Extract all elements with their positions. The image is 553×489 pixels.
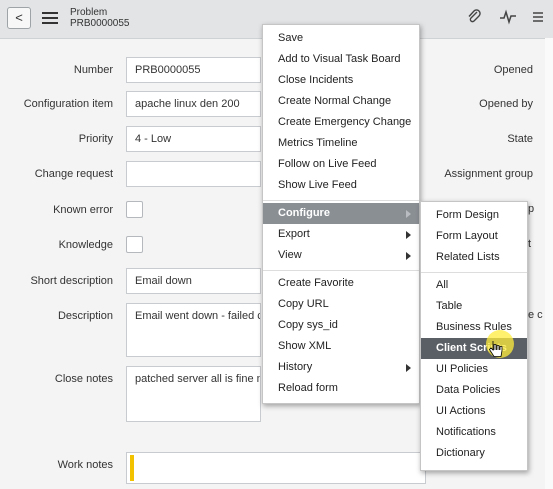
menu-item-view[interactable]: View xyxy=(263,245,419,266)
field-label: Configuration item xyxy=(23,98,113,110)
knowledge-checkbox[interactable] xyxy=(126,236,143,253)
submenu-item-form-design[interactable]: Form Design xyxy=(421,205,527,226)
submenu-arrow-icon xyxy=(406,364,411,372)
submenu-arrow-icon xyxy=(406,210,411,218)
field-label: Short description xyxy=(30,275,113,287)
work-notes-marker xyxy=(130,455,134,481)
menu-separator xyxy=(421,272,527,273)
submenu-item-form-layout[interactable]: Form Layout xyxy=(421,226,527,247)
back-button[interactable]: < xyxy=(7,7,31,29)
clipped-right-label: t xyxy=(528,238,532,250)
field-label: Work notes xyxy=(57,459,113,471)
menu-item-export[interactable]: Export xyxy=(263,224,419,245)
change-request-field[interactable] xyxy=(126,161,261,187)
submenu-item-all[interactable]: All xyxy=(421,275,527,296)
menu-item-label: History xyxy=(278,361,313,373)
clipped-right-label: e c xyxy=(528,309,543,321)
description-textarea[interactable]: Email went down - failed c xyxy=(126,303,261,357)
submenu-item-table[interactable]: Table xyxy=(421,296,527,317)
menu-item-history[interactable]: History xyxy=(263,357,419,378)
menu-item-copy-sys-id[interactable]: Copy sys_id xyxy=(263,315,419,336)
submenu-arrow-icon xyxy=(406,252,411,260)
state-label: State xyxy=(507,133,533,145)
menu-item-close-incidents[interactable]: Close Incidents xyxy=(263,70,419,91)
page-scrollbar[interactable] xyxy=(545,38,553,489)
field-label: Known error xyxy=(53,204,113,216)
field-label: Number xyxy=(73,64,113,76)
submenu-item-dictionary[interactable]: Dictionary xyxy=(421,443,527,464)
menu-item-show-xml[interactable]: Show XML xyxy=(263,336,419,357)
field-label: Close notes xyxy=(54,373,113,385)
more-options-icon[interactable] xyxy=(531,9,543,30)
menu-separator xyxy=(263,200,419,201)
menu-separator xyxy=(263,270,419,271)
assignment-group-label: Assignment group xyxy=(444,168,533,180)
hamburger-menu-icon[interactable] xyxy=(42,12,58,25)
menu-item-save[interactable]: Save xyxy=(263,28,419,49)
activity-stream-icon[interactable] xyxy=(499,9,517,30)
submenu-item-ui-actions[interactable]: UI Actions xyxy=(421,401,527,422)
hand-cursor-icon xyxy=(488,340,503,363)
field-label: Change request xyxy=(34,168,113,180)
record-number-label: PRB0000055 xyxy=(70,18,130,29)
menu-item-label: View xyxy=(278,249,302,261)
menu-item-configure[interactable]: Configure xyxy=(263,203,419,224)
field-label: Priority xyxy=(78,133,113,145)
menu-item-reload-form[interactable]: Reload form xyxy=(263,378,419,399)
work-notes-textarea[interactable] xyxy=(126,452,426,484)
clipped-right-label: p xyxy=(528,203,535,215)
menu-item-create-favorite[interactable]: Create Favorite xyxy=(263,273,419,294)
known-error-checkbox[interactable] xyxy=(126,201,143,218)
submenu-item-notifications[interactable]: Notifications xyxy=(421,422,527,443)
submenu-item-data-policies[interactable]: Data Policies xyxy=(421,380,527,401)
opened-label: Opened xyxy=(493,64,533,76)
submenu-arrow-icon xyxy=(406,231,411,239)
short-description-field[interactable]: Email down xyxy=(126,268,261,294)
menu-item-label: Export xyxy=(278,228,310,240)
menu-item-copy-url[interactable]: Copy URL xyxy=(263,294,419,315)
opened-by-label: Opened by xyxy=(479,98,533,110)
menu-item-label: Configure xyxy=(278,207,330,219)
menu-item-follow-on-live-feed[interactable]: Follow on Live Feed xyxy=(263,154,419,175)
menu-item-metrics-timeline[interactable]: Metrics Timeline xyxy=(263,133,419,154)
menu-item-create-emergency-change[interactable]: Create Emergency Change xyxy=(263,112,419,133)
record-type-label: Problem xyxy=(70,7,108,18)
form-context-menu: Save Add to Visual Task Board Close Inci… xyxy=(262,24,420,404)
field-label: Description xyxy=(57,310,113,322)
attachment-icon[interactable] xyxy=(466,9,482,30)
submenu-item-related-lists[interactable]: Related Lists xyxy=(421,247,527,268)
back-icon: < xyxy=(15,10,23,25)
menu-item-create-normal-change[interactable]: Create Normal Change xyxy=(263,91,419,112)
configuration-item-field[interactable]: apache linux den 200 xyxy=(126,91,261,117)
priority-select[interactable]: 4 - Low xyxy=(126,126,261,152)
menu-item-add-to-visual-task-board[interactable]: Add to Visual Task Board xyxy=(263,49,419,70)
menu-item-show-live-feed[interactable]: Show Live Feed xyxy=(263,175,419,196)
close-notes-textarea[interactable]: patched server all is fine n xyxy=(126,366,261,422)
field-label: Knowledge xyxy=(58,239,113,251)
number-field[interactable]: PRB0000055 xyxy=(126,57,261,83)
submenu-item-ui-policies[interactable]: UI Policies xyxy=(421,359,527,380)
